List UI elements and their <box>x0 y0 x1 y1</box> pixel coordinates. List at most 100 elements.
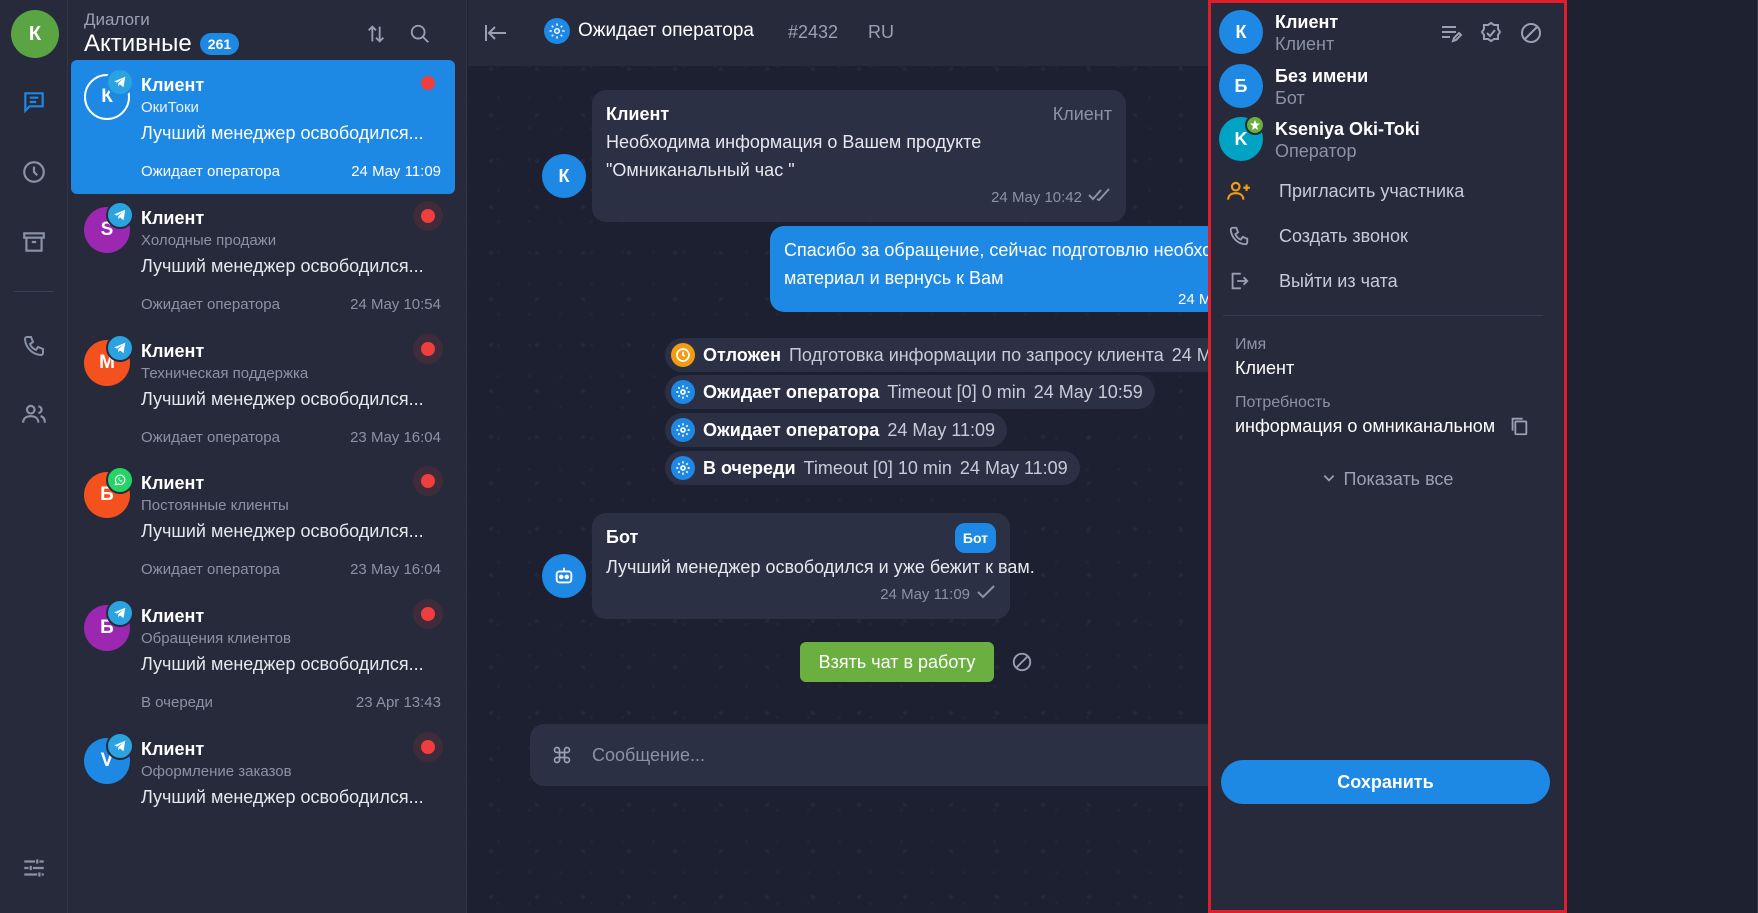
take-chat-button[interactable]: Взять чат в работу <box>800 642 994 682</box>
invite-participant-button[interactable]: Пригласить участника <box>1223 175 1603 207</box>
unread-dot <box>421 209 435 223</box>
dialog-subtitle: Техническая поддержка <box>141 365 309 382</box>
gear-icon <box>671 456 695 480</box>
block-icon[interactable] <box>1515 17 1547 49</box>
user-avatar[interactable]: К <box>11 10 59 58</box>
dialog-card[interactable]: S Клиент Холодные продажи Лучший менеджер о… <box>71 193 455 327</box>
command-icon[interactable] <box>548 741 576 769</box>
show-all-label: Показать все <box>1343 469 1454 489</box>
phone-icon[interactable] <box>18 330 50 362</box>
event-waiting-2: Ожидает оператора 24 May 11:09 <box>665 413 1008 447</box>
dialogs-list: Диалоги Активные 261 К Клиент ОкиТоки Лучши… <box>68 0 467 913</box>
bot-avatar <box>542 554 586 598</box>
participant-role: Клиент <box>1275 34 1335 54</box>
chat-status[interactable]: Ожидает оператора <box>544 18 754 44</box>
dialog-status: В очереди <box>141 694 213 711</box>
save-button[interactable]: Сохранить <box>1221 760 1550 804</box>
dialog-card[interactable]: Б Клиент Обращения клиентов Лучший менеджер… <box>71 591 455 725</box>
collapse-icon[interactable] <box>482 18 512 48</box>
telegram-icon <box>106 201 134 229</box>
message-bot: Бот Бот Лучший менеджер освободился и уже… <box>592 513 1035 619</box>
event-title: Отложен <box>703 344 781 365</box>
block-icon[interactable] <box>1002 642 1042 682</box>
message-text: Необходима информация о Вашем продукте "… <box>606 132 982 180</box>
event-text: Timeout [0] 0 min <box>887 381 1026 402</box>
chat-number: #2432 <box>788 22 839 42</box>
dialog-subtitle: Постоянные клиенты <box>141 497 289 514</box>
show-all-button[interactable]: Показать все <box>1211 469 1564 490</box>
message-input[interactable] <box>592 739 1192 771</box>
dialog-time: 23 May 16:04 <box>350 429 441 446</box>
rail-divider <box>14 291 54 292</box>
participant-bot[interactable]: Б Без имени Бот <box>1219 64 1609 118</box>
dialog-preview: Лучший менеджер освободился... <box>141 389 424 409</box>
event-title: Ожидает оператора <box>703 419 880 440</box>
dialog-time: 24 May 11:09 <box>351 163 441 180</box>
dialog-time: 23 May 16:04 <box>350 561 441 578</box>
participant-operator[interactable]: K Kseniya Oki-Toki Оператор <box>1219 115 1609 171</box>
chevron-down-icon <box>1322 469 1336 490</box>
telegram-icon <box>106 68 134 96</box>
filters-icon[interactable] <box>18 852 50 884</box>
unread-dot <box>421 474 435 488</box>
star-icon <box>1245 115 1265 135</box>
dialog-preview: Лучший менеджер освободился... <box>141 654 424 674</box>
dialog-time: 24 May 10:54 <box>350 296 441 313</box>
verified-icon[interactable] <box>1475 17 1507 49</box>
chat-icon[interactable] <box>18 86 50 118</box>
dialog-name: Клиент <box>141 75 205 95</box>
unread-dot <box>421 342 435 356</box>
participant-name: Клиент <box>1275 12 1339 32</box>
list-caption: Диалоги <box>84 10 150 29</box>
dialog-name: Клиент <box>141 606 205 626</box>
participant-role: Оператор <box>1275 141 1357 161</box>
dialog-card[interactable]: Б Клиент Постоянные клиенты Лучший менеджер… <box>71 458 455 592</box>
unread-dot <box>421 607 435 621</box>
logout-icon <box>1223 265 1255 297</box>
dialog-card[interactable]: V Клиент Оформление заказов Лучший менеджер… <box>71 724 455 858</box>
event-text: Timeout [0] 10 min <box>803 457 952 478</box>
participant-avatar: Б <box>1219 64 1263 108</box>
event-time: 24 May 11:09 <box>959 457 1068 478</box>
message-client: Клиент Клиент Необходима информация о Ваш… <box>592 90 1126 222</box>
event-text: Подготовка информации по запросу клиента <box>788 344 1164 365</box>
gear-icon <box>671 380 695 404</box>
contacts-icon[interactable] <box>18 398 50 430</box>
add-user-icon <box>1223 175 1255 207</box>
whatsapp-icon <box>106 466 134 494</box>
bot-tag: Бот <box>954 523 996 553</box>
count-badge: 261 <box>199 33 240 55</box>
leave-chat-button[interactable]: Выйти из чата <box>1223 265 1603 297</box>
clock-icon <box>671 343 695 367</box>
left-rail: К <box>0 0 68 913</box>
dialog-subtitle: Холодные продажи <box>141 232 277 249</box>
telegram-icon <box>106 732 134 760</box>
action-label: Создать звонок <box>1279 225 1408 246</box>
copy-icon[interactable] <box>1503 410 1535 442</box>
chat-language[interactable]: RU <box>868 22 894 43</box>
message-time: 24 May 11:09 <box>880 586 970 603</box>
chat-info-panel: К Клиент Клиент Б Без имени Бот K Kseniy… <box>1208 0 1567 913</box>
list-title-text: Активные <box>84 30 192 57</box>
create-call-button[interactable]: Создать звонок <box>1223 220 1603 252</box>
participant-client[interactable]: К Клиент Клиент <box>1219 10 1609 64</box>
edit-list-icon[interactable] <box>1435 17 1467 49</box>
phone-icon <box>1223 220 1255 252</box>
archive-icon[interactable] <box>18 226 50 258</box>
dialog-status: Ожидает оператора <box>141 429 280 446</box>
event-queue: В очереди Timeout [0] 10 min 24 May 11:0… <box>665 451 1080 485</box>
need-field-value[interactable]: информация о омниканальном ч <box>1235 416 1495 437</box>
search-icon[interactable] <box>406 20 434 48</box>
name-field-label: Имя <box>1235 336 1267 353</box>
history-icon[interactable] <box>18 156 50 188</box>
client-avatar: К <box>542 154 586 198</box>
dialog-preview: Лучший менеджер освободился... <box>141 787 424 807</box>
dialog-subtitle: Оформление заказов <box>141 763 292 780</box>
name-field-value[interactable]: Клиент <box>1235 358 1294 379</box>
sort-icon[interactable] <box>362 20 390 48</box>
dialog-name: Клиент <box>141 739 205 759</box>
dialog-card[interactable]: М Клиент Техническая поддержка Лучший менед… <box>71 326 455 460</box>
check-icon <box>976 581 996 609</box>
dialog-card[interactable]: К Клиент ОкиТоки Лучший менеджер освободилс… <box>71 60 455 194</box>
dialog-subtitle: ОкиТоки <box>141 99 199 116</box>
